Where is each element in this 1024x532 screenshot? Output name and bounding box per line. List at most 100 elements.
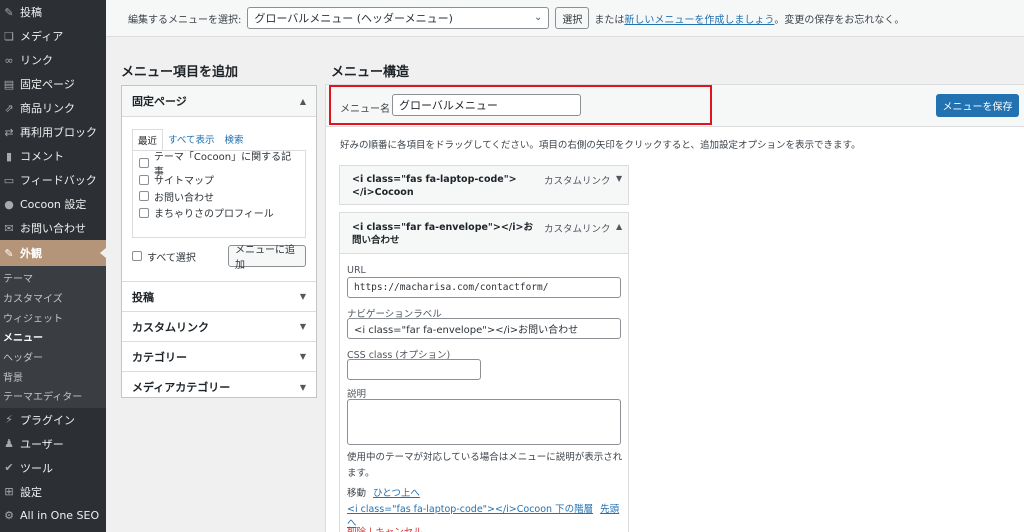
checkbox[interactable] xyxy=(139,191,149,202)
add-row: すべて選択 メニューに追加 xyxy=(132,245,306,271)
url-label: URL xyxy=(347,265,366,276)
pages-tabs: 最近 すべて表示 検索 xyxy=(132,129,316,150)
menu-item-cocoon[interactable]: <i class="fas fa-laptop-code"> </i>Cocoon… xyxy=(339,165,629,205)
page-option[interactable]: テーマ「Cocoon」に関する記事 xyxy=(139,152,299,178)
add-to-menu-button[interactable]: メニューに追加 xyxy=(228,245,306,271)
pin-icon: ✎ xyxy=(4,5,14,19)
sidebar-item[interactable]: ⚙ All in One SEO xyxy=(0,504,106,528)
description-textarea[interactable] xyxy=(347,399,621,445)
sidebar-item[interactable]: ● Cocoon 設定 xyxy=(0,192,106,216)
accordion-categories[interactable]: カテゴリー ▼ xyxy=(122,342,316,372)
comment-icon: ▮ xyxy=(5,149,13,163)
checkbox[interactable] xyxy=(139,207,149,218)
chevron-down-icon: ⌄ xyxy=(533,12,543,23)
accordion-custom-links[interactable]: カスタムリンク ▼ xyxy=(122,312,316,342)
accordion-title: カスタムリンク xyxy=(132,320,209,334)
sidebar-item[interactable]: ▤ 固定ページ xyxy=(0,72,106,96)
sidebar-item-label: お問い合わせ xyxy=(20,222,86,235)
sidebar-item[interactable]: ✔ ツール xyxy=(0,456,106,480)
appearance-icon: ✎ xyxy=(4,246,14,260)
admin-sidebar: ✎ 投稿 ❏ メディア ∞ リンク ▤ 固定ページ ⇗ 商品リンク ⇄ 再利用ブロック ▮ コメント ▭ フィ… xyxy=(0,0,106,532)
tool-icon: ✔ xyxy=(4,461,14,475)
checkbox[interactable] xyxy=(139,158,149,169)
submenu-item[interactable]: テーマエディター xyxy=(0,386,106,406)
page-option[interactable]: お問い合わせ xyxy=(139,188,299,205)
menu-select[interactable]: グローバルメニュー (ヘッダーメニュー) ⌄ xyxy=(247,7,550,29)
accordion-media-categories[interactable]: メディアカテゴリー ▼ xyxy=(122,372,316,402)
user-icon: ♟ xyxy=(4,437,14,451)
sidebar-item-label: メディア xyxy=(20,30,64,43)
submenu-item[interactable]: ヘッダー xyxy=(0,347,106,367)
sidebar-item[interactable]: ❏ メディア xyxy=(0,24,106,48)
sidebar-item[interactable]: ▭ フィードバック xyxy=(0,168,106,192)
sidebar-item-label: 設定 xyxy=(20,485,42,499)
sidebar-item[interactable]: ▮ コメント xyxy=(0,144,106,168)
create-menu-link[interactable]: 新しいメニューを作成しましょう xyxy=(624,11,774,26)
save-reminder-text: 。変更の保存をお忘れなく。 xyxy=(774,14,905,26)
menu-select-bar: 編集するメニューを選択: グローバルメニュー (ヘッダーメニュー) ⌄ 選択 ま… xyxy=(106,0,1024,37)
menu-item-contact[interactable]: <i class="far fa-envelope"></i>お 問い合わせ カス… xyxy=(339,212,629,254)
feedback-icon: ▭ xyxy=(3,173,15,187)
sidebar-item-label: フィードバック xyxy=(20,174,97,187)
select-menu-label: 編集するメニューを選択: xyxy=(128,14,242,26)
sidebar-item[interactable]: ✎ 外観 xyxy=(0,240,106,266)
submenu-item[interactable]: メニュー xyxy=(0,327,106,347)
page-option-label: まちゃりさのプロフィール xyxy=(154,209,274,221)
sidebar-item-label: プラグイン xyxy=(20,413,75,427)
sidebar-item[interactable]: ♟ ユーザー xyxy=(0,432,106,456)
tab-view-all[interactable]: すべて表示 xyxy=(163,129,219,150)
sidebar-item[interactable]: ⇄ 再利用ブロック xyxy=(0,120,106,144)
collapse-arrow-icon[interactable]: ▲ xyxy=(616,222,622,231)
sidebar-item[interactable]: ✎ 投稿 xyxy=(0,0,106,24)
accordion-title: 投稿 xyxy=(132,290,154,304)
menu-item-title: <i class="far fa-envelope"></i>お 問い合わせ xyxy=(352,222,533,246)
save-menu-button[interactable]: メニューを保存 xyxy=(936,94,1019,117)
sidebar-item[interactable]: ⇗ 商品リンク xyxy=(0,96,106,120)
select-button[interactable]: 選択 xyxy=(555,7,590,29)
expand-arrow-icon: ▼ xyxy=(299,322,306,331)
cocoon-icon: ● xyxy=(4,197,14,211)
expand-arrow-icon: ▼ xyxy=(299,292,306,301)
page-icon: ▤ xyxy=(3,77,15,91)
delete-cancel-links[interactable]: 削除 | キャンセル xyxy=(347,524,423,532)
menu-item-settings: URL https://macharisa.com/contactform/ ナ… xyxy=(339,254,629,532)
accordion-pages[interactable]: 固定ページ ▲ xyxy=(122,86,316,117)
accordion-pages-title: 固定ページ xyxy=(132,95,187,108)
sidebar-item-label: コメント xyxy=(20,150,64,163)
sidebar-item[interactable]: ✉ お問い合わせ xyxy=(0,216,106,240)
submenu-item[interactable]: カスタマイズ xyxy=(0,288,106,308)
menu-name-bar: メニュー名 グローバルメニュー メニューを保存 xyxy=(326,85,1024,127)
move-row: 移動 ひとつ上へ xyxy=(347,485,420,499)
url-input[interactable]: https://macharisa.com/contactform/ xyxy=(347,277,621,298)
css-class-input[interactable] xyxy=(347,359,481,380)
sidebar-item-label: 投稿 xyxy=(20,6,42,19)
sidebar-item-label: 再利用ブロック xyxy=(20,126,97,139)
tab-search[interactable]: 検索 xyxy=(219,129,248,150)
submenu-item[interactable]: テーマ xyxy=(0,268,106,288)
add-menu-items-heading: メニュー項目を追加 xyxy=(121,65,239,80)
sidebar-item[interactable]: ⊞ 設定 xyxy=(0,480,106,504)
nav-label-input[interactable]: <i class="far fa-envelope"></i>お問い合わせ xyxy=(347,318,621,339)
select-all-label: すべて選択 xyxy=(147,252,196,264)
sidebar-item-label: ユーザー xyxy=(20,437,64,451)
sidebar-item[interactable]: ⚡ プラグイン xyxy=(0,408,106,432)
submenu-item[interactable]: ウィジェット xyxy=(0,307,106,327)
move-up-link[interactable]: ひとつ上へ xyxy=(373,488,420,499)
sidebar-item-label: 外観 xyxy=(20,247,42,260)
menu-item-type: カスタムリンク xyxy=(544,176,611,187)
tab-recent[interactable]: 最近 xyxy=(132,129,164,150)
sidebar-item-label: ツール xyxy=(20,461,53,475)
checkbox[interactable] xyxy=(139,174,149,185)
menu-structure-heading: メニュー構造 xyxy=(331,65,410,80)
select-all[interactable]: すべて選択 xyxy=(132,248,196,265)
expand-arrow-icon[interactable]: ▼ xyxy=(616,174,622,183)
sidebar-item[interactable]: ∞ リンク xyxy=(0,48,106,72)
mail-icon: ✉ xyxy=(4,221,14,235)
move-label: 移動 xyxy=(347,488,367,499)
accordion-posts[interactable]: 投稿 ▼ xyxy=(122,282,316,312)
checkbox[interactable] xyxy=(132,251,142,261)
pages-checklist: テーマ「Cocoon」に関する記事 サイトマップ お問い合わせ まちゃりさのプロ… xyxy=(132,150,306,238)
move-under-link[interactable]: <i class="fas fa-laptop-code"></i>Cocoon… xyxy=(347,504,593,515)
page-option[interactable]: まちゃりさのプロフィール xyxy=(139,205,299,222)
submenu-item[interactable]: 背景 xyxy=(0,366,106,386)
